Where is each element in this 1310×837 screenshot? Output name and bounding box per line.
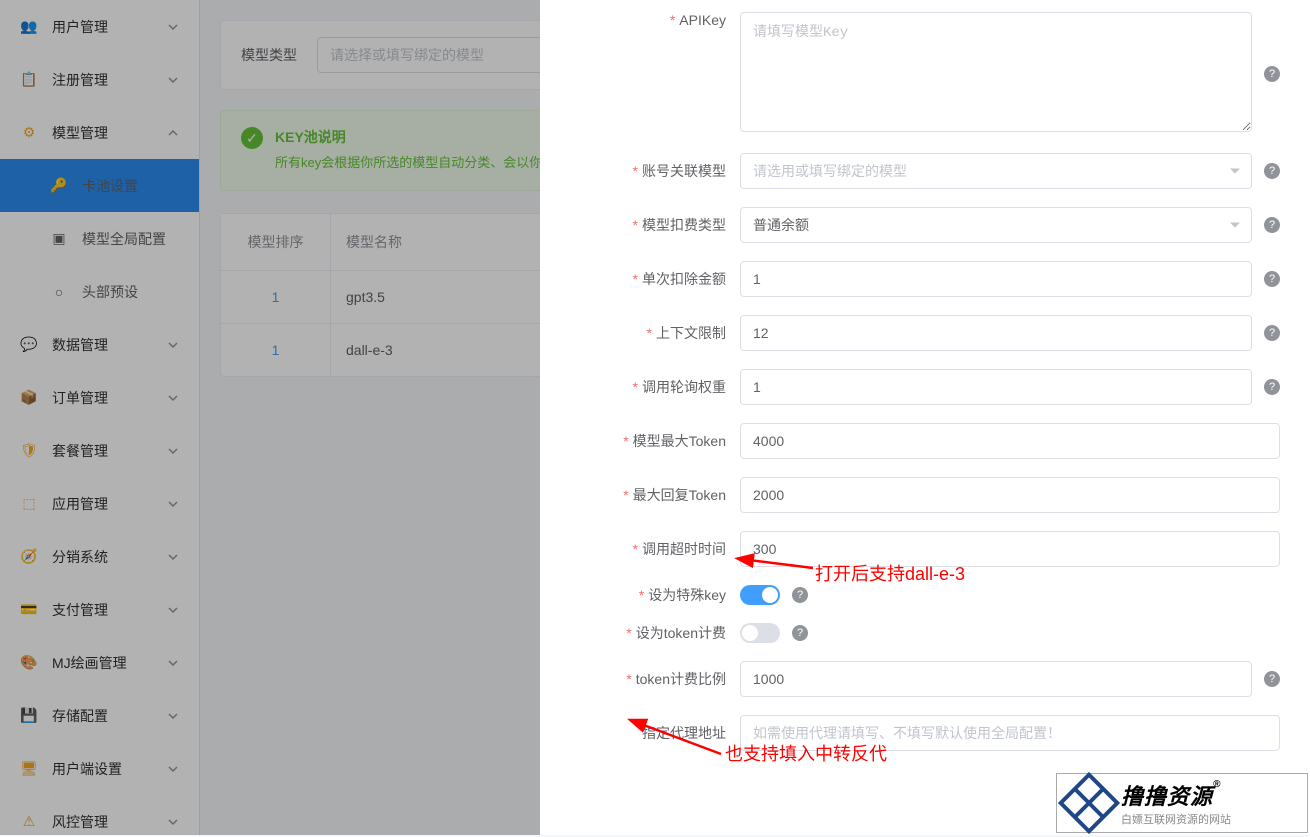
max-token-label: *模型最大Token bbox=[540, 431, 740, 451]
apikey-textarea[interactable] bbox=[740, 12, 1252, 132]
help-icon[interactable]: ? bbox=[1264, 325, 1280, 341]
config-drawer: *APIKey ? *账号关联模型 ? *模型扣费类型 ? *单次扣除金额 ? … bbox=[540, 0, 1310, 835]
annotation-arrow-1 bbox=[745, 552, 815, 579]
annotation-arrow-2 bbox=[635, 720, 725, 763]
help-icon[interactable]: ? bbox=[1264, 379, 1280, 395]
help-icon[interactable]: ? bbox=[1264, 671, 1280, 687]
help-icon[interactable]: ? bbox=[1264, 163, 1280, 179]
watermark: 撸撸资源® 白嫖互联网资源的网站 bbox=[1056, 773, 1308, 833]
token-ratio-input[interactable] bbox=[740, 661, 1252, 697]
timeout-label: *调用超时时间 bbox=[540, 539, 740, 559]
help-icon[interactable]: ? bbox=[1264, 66, 1280, 82]
deduct-type-select[interactable] bbox=[740, 207, 1252, 243]
single-deduct-input[interactable] bbox=[740, 261, 1252, 297]
help-icon[interactable]: ? bbox=[1264, 217, 1280, 233]
max-reply-token-input[interactable] bbox=[740, 477, 1280, 513]
help-icon[interactable]: ? bbox=[1264, 271, 1280, 287]
max-token-input[interactable] bbox=[740, 423, 1280, 459]
token-ratio-label: *token计费比例 bbox=[540, 669, 740, 689]
max-reply-token-label: *最大回复Token bbox=[540, 485, 740, 505]
token-billing-label: *设为token计费 bbox=[540, 623, 740, 643]
special-key-label: *设为特殊key bbox=[540, 585, 740, 605]
related-model-select[interactable] bbox=[740, 153, 1252, 189]
special-key-switch[interactable] bbox=[740, 585, 780, 605]
context-limit-input[interactable] bbox=[740, 315, 1252, 351]
help-icon[interactable]: ? bbox=[792, 587, 808, 603]
related-model-label: *账号关联模型 bbox=[540, 161, 740, 181]
deduct-type-label: *模型扣费类型 bbox=[540, 215, 740, 235]
annotation-text-2: 也支持填入中转反代 bbox=[725, 740, 887, 766]
annotation-text-1: 打开后支持dall-e-3 bbox=[815, 560, 965, 586]
help-icon[interactable]: ? bbox=[792, 625, 808, 641]
single-deduct-label: *单次扣除金额 bbox=[540, 269, 740, 289]
watermark-subtitle: 白嫖互联网资源的网站 bbox=[1121, 811, 1231, 827]
apikey-label: *APIKey bbox=[540, 12, 740, 28]
context-limit-label: *上下文限制 bbox=[540, 323, 740, 343]
watermark-title: 撸撸资源 bbox=[1121, 784, 1213, 809]
token-billing-switch[interactable] bbox=[740, 623, 780, 643]
poll-weight-label: *调用轮询权重 bbox=[540, 377, 740, 397]
watermark-logo-icon bbox=[1055, 769, 1123, 837]
poll-weight-input[interactable] bbox=[740, 369, 1252, 405]
